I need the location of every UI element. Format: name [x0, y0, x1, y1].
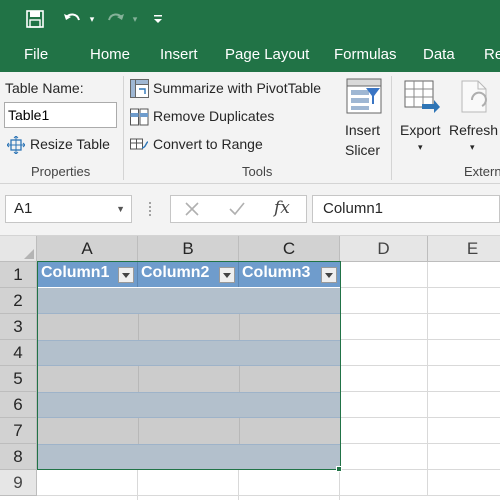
refresh-icon — [458, 80, 494, 119]
insert-slicer-line2[interactable]: Slicer — [345, 142, 380, 158]
worksheet-grid: A B C D E 1 2 3 4 5 6 7 8 9 Column1 Colu… — [0, 236, 500, 500]
pivottable-icon — [130, 79, 149, 103]
redo-dropdown-icon[interactable]: ▾ — [129, 6, 141, 32]
properties-group-label: Properties — [31, 164, 91, 179]
refresh-button[interactable]: Refresh — [449, 122, 498, 138]
tab-review[interactable]: Re — [484, 38, 500, 72]
group-separator — [123, 76, 124, 180]
column-header-d[interactable]: D — [340, 236, 428, 262]
name-box-value: A1 — [14, 200, 33, 217]
cell-a10[interactable] — [37, 496, 138, 500]
row-header-2[interactable]: 2 — [0, 288, 37, 314]
table-name-label: Table Name: — [5, 80, 84, 96]
row-header-7[interactable]: 7 — [0, 418, 37, 444]
row-header-3[interactable]: 3 — [0, 314, 37, 340]
enter-icon[interactable] — [229, 202, 245, 221]
tab-data[interactable]: Data — [423, 38, 455, 72]
undo-icon[interactable] — [60, 6, 84, 32]
cell-b9[interactable] — [138, 470, 239, 496]
ribbon-tabs: File Home Insert Page Layout Formulas Da… — [0, 38, 500, 72]
column-header-e[interactable]: E — [428, 236, 500, 262]
save-icon[interactable] — [22, 6, 48, 32]
row-header-1[interactable]: 1 — [0, 262, 37, 288]
cell-b10[interactable] — [138, 496, 239, 500]
summarize-pivottable-button[interactable]: Summarize with PivotTable — [153, 80, 321, 96]
table-name-input[interactable]: Table1 — [4, 102, 117, 128]
undo-dropdown-icon[interactable]: ▾ — [86, 6, 98, 32]
cell-a9[interactable] — [37, 470, 138, 496]
row-header-9[interactable]: 9 — [0, 470, 37, 496]
redo-icon[interactable] — [104, 6, 128, 32]
name-box[interactable]: A1 ▼ — [5, 195, 132, 223]
row-header-8[interactable]: 8 — [0, 444, 37, 470]
tab-page-layout[interactable]: Page Layout — [225, 38, 309, 72]
tab-formulas[interactable]: Formulas — [334, 38, 397, 72]
insert-function-icon[interactable]: fx — [274, 198, 290, 218]
convert-to-range-button[interactable]: Convert to Range — [153, 136, 263, 152]
export-button[interactable]: Export — [400, 122, 440, 138]
column-header-b[interactable]: B — [138, 236, 239, 262]
quick-access-toolbar: ▾ ▾ — [0, 0, 500, 38]
tab-insert[interactable]: Insert — [160, 38, 198, 72]
export-dropdown-icon[interactable]: ▾ — [418, 142, 423, 153]
slicer-icon — [346, 78, 382, 119]
group-separator — [391, 76, 392, 180]
column-header-c[interactable]: C — [239, 236, 340, 262]
cell-gridlines — [340, 262, 500, 496]
external-data-group-label: Extern — [464, 164, 500, 179]
customize-qat-icon[interactable] — [151, 6, 165, 32]
tab-file[interactable]: File — [24, 38, 48, 72]
formula-bar: A1 ▼ fx Column1 — [0, 184, 500, 236]
name-box-dropdown-icon[interactable]: ▼ — [116, 196, 125, 222]
resize-table-icon — [6, 135, 26, 159]
row-header-5[interactable]: 5 — [0, 366, 37, 392]
resize-table-button[interactable]: Resize Table — [30, 136, 110, 152]
table-resize-handle[interactable] — [336, 466, 342, 472]
row-header-6[interactable]: 6 — [0, 392, 37, 418]
export-icon — [404, 80, 440, 119]
remove-duplicates-button[interactable]: Remove Duplicates — [153, 108, 274, 124]
tab-home[interactable]: Home — [90, 38, 130, 72]
select-all-triangle-icon — [24, 249, 34, 259]
remove-duplicates-icon — [130, 108, 149, 131]
ribbon-table-design: Table Name: Table1 Resize Table Properti… — [0, 72, 500, 184]
cancel-icon[interactable] — [185, 202, 199, 221]
table-selection-border — [37, 261, 341, 470]
insert-slicer-line1[interactable]: Insert — [345, 122, 380, 138]
cell-c9[interactable] — [239, 470, 340, 496]
row-header-4[interactable]: 4 — [0, 340, 37, 366]
column-header-a[interactable]: A — [37, 236, 138, 262]
formula-buttons: fx — [170, 195, 307, 223]
cell-c10[interactable] — [239, 496, 340, 500]
tools-group-label: Tools — [242, 164, 273, 179]
formula-bar-grip-icon[interactable] — [148, 201, 152, 217]
refresh-dropdown-icon[interactable]: ▾ — [470, 142, 475, 153]
convert-to-range-icon — [130, 136, 149, 159]
formula-input[interactable]: Column1 — [312, 195, 500, 223]
select-all-button[interactable] — [0, 236, 37, 262]
